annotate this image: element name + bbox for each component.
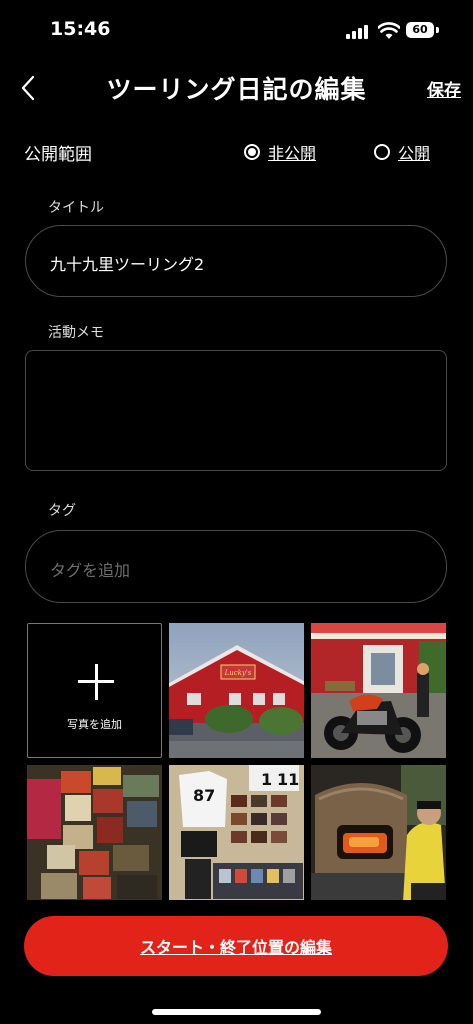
status-bar: 15:46 60 [0,0,473,62]
title-label: タイトル [48,200,104,216]
tag-label: タグ [48,503,76,519]
tag-input[interactable]: タグを追加 [25,530,447,603]
status-time: 15:46 [50,18,111,40]
jersey-number-1: 1 [261,770,272,789]
home-indicator [152,1009,321,1015]
page-title: ツーリング日記の編集 [106,75,367,104]
add-photo-button[interactable]: 写真を追加 [27,623,162,758]
visibility-row: 公開範囲 非公開 公開 [0,138,473,168]
radio-private-label: 非公開 [268,144,317,163]
radio-selected-icon [244,144,260,160]
radio-public-label: 公開 [398,144,431,163]
sign-text: Lucky's [224,669,252,677]
edit-start-end-button[interactable]: スタート・終了位置の編集 [24,916,448,976]
red-building-photo[interactable]: Lucky's [169,623,304,758]
tag-input-placeholder: タグを追加 [50,561,131,580]
motorcycle-photo[interactable] [311,623,446,758]
radio-private[interactable]: 非公開 [244,140,316,164]
title-input[interactable]: 九十九里ツーリング2 [25,225,447,297]
wifi-icon [378,22,400,39]
add-photo-label: 写真を追加 [67,718,122,731]
pizza-oven-photo[interactable] [311,765,446,900]
memo-label: 活動メモ [48,325,104,341]
battery-icon: 60 [406,22,434,38]
radio-public[interactable]: 公開 [374,140,430,164]
title-input-value: 九十九里ツーリング2 [50,255,205,274]
save-button[interactable]: 保存 [427,76,461,101]
nav-bar: ツーリング日記の編集 保存 [0,62,473,114]
photo-grid: 写真を追加 Lucky's 1 11 87 [27,623,446,903]
jersey-number-2: 11 [277,770,299,789]
memo-textarea[interactable] [25,350,447,471]
jersey-number-3: 87 [193,786,215,805]
battery-tip [436,27,439,33]
visibility-label: 公開範囲 [24,145,92,165]
jersey-wall-photo[interactable]: 1 11 87 [169,765,304,900]
model-kits-photo[interactable] [27,765,162,900]
radio-unselected-icon [374,144,390,160]
signal-icon [346,25,372,39]
